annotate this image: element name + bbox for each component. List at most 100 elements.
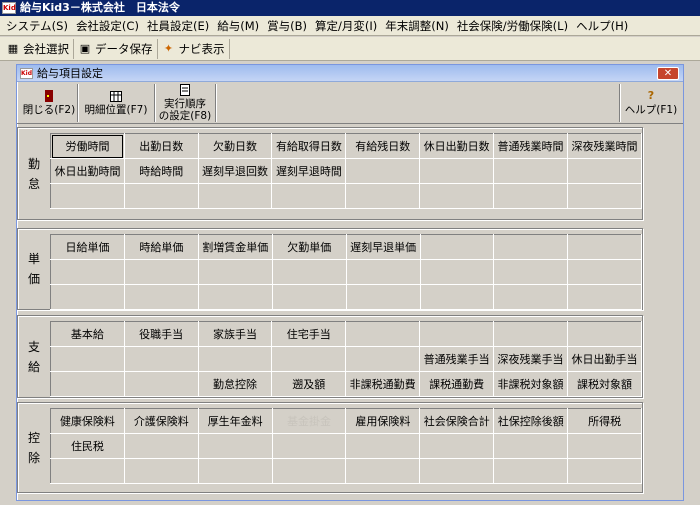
empty-item-cell[interactable] xyxy=(345,284,421,310)
window-close-button[interactable]: ✕ xyxy=(657,67,679,80)
item-cell[interactable]: 役職手当 xyxy=(123,321,199,347)
help-f1-button[interactable]: ? ヘルプ(F1) xyxy=(621,84,681,122)
empty-item-cell[interactable] xyxy=(197,284,273,310)
empty-item-cell[interactable] xyxy=(345,183,421,209)
item-cell[interactable]: 休日出勤日数 xyxy=(419,133,495,159)
empty-item-cell[interactable] xyxy=(567,321,642,347)
menu-item[interactable]: 算定/月変(I) xyxy=(311,18,381,34)
item-cell[interactable]: 家族手当 xyxy=(197,321,273,347)
empty-item-cell[interactable] xyxy=(123,458,199,484)
item-cell[interactable]: 時給時間 xyxy=(123,158,199,184)
empty-item-cell[interactable] xyxy=(345,259,421,285)
data-save-button[interactable]: ▣ データ保存 xyxy=(74,38,158,59)
close-f2-button[interactable]: 閉じる(F2) xyxy=(23,84,75,122)
empty-item-cell[interactable] xyxy=(567,234,642,260)
empty-item-cell[interactable] xyxy=(493,158,568,184)
empty-item-cell[interactable] xyxy=(50,259,125,285)
item-cell[interactable]: 有給取得日数 xyxy=(271,133,347,159)
empty-item-cell[interactable] xyxy=(50,284,125,310)
empty-item-cell[interactable] xyxy=(345,433,421,459)
item-cell[interactable]: 遅刻早退回数 xyxy=(197,158,273,184)
empty-item-cell[interactable] xyxy=(567,433,642,459)
empty-item-cell[interactable] xyxy=(493,183,568,209)
menu-item[interactable]: システム(S) xyxy=(2,18,72,34)
empty-item-cell[interactable] xyxy=(271,183,347,209)
empty-item-cell[interactable] xyxy=(493,284,569,310)
empty-item-cell[interactable] xyxy=(567,183,642,209)
item-cell[interactable]: 課税対象額 xyxy=(567,371,642,397)
navi-display-button[interactable]: ✦ ナビ表示 xyxy=(158,38,230,59)
empty-item-cell[interactable] xyxy=(493,433,569,459)
empty-item-cell[interactable] xyxy=(123,346,199,372)
empty-item-cell[interactable] xyxy=(197,458,273,484)
empty-item-cell[interactable] xyxy=(345,158,421,184)
empty-item-cell[interactable] xyxy=(493,259,569,285)
empty-item-cell[interactable] xyxy=(419,158,495,184)
menu-item[interactable]: 社会保険/労働保険(L) xyxy=(453,18,572,34)
item-cell[interactable]: 社会保険合計 xyxy=(419,408,495,434)
menu-item[interactable]: 会社設定(C) xyxy=(72,18,143,34)
empty-item-cell[interactable] xyxy=(419,259,495,285)
menu-item[interactable]: 社員設定(E) xyxy=(143,18,213,34)
item-cell[interactable]: 雇用保険料 xyxy=(345,408,421,434)
item-cell[interactable]: 休日出勤手当 xyxy=(567,346,642,372)
item-cell[interactable]: 普通残業手当 xyxy=(419,346,495,372)
item-cell[interactable]: 住宅手当 xyxy=(271,321,347,347)
empty-item-cell[interactable] xyxy=(567,458,642,484)
empty-item-cell[interactable] xyxy=(493,321,569,347)
item-cell[interactable]: 基本給 xyxy=(50,321,125,347)
item-cell[interactable]: 労働時間 xyxy=(50,133,125,159)
empty-item-cell[interactable] xyxy=(271,458,347,484)
item-cell[interactable]: 遡及額 xyxy=(271,371,347,397)
empty-item-cell[interactable] xyxy=(50,346,125,372)
empty-item-cell[interactable] xyxy=(197,183,273,209)
empty-item-cell[interactable] xyxy=(50,371,125,397)
empty-item-cell[interactable] xyxy=(419,433,495,459)
empty-item-cell[interactable] xyxy=(271,259,347,285)
item-cell[interactable]: 遅刻早退単価 xyxy=(345,234,421,260)
item-cell[interactable]: 深夜残業時間 xyxy=(567,133,642,159)
company-select-button[interactable]: ▦ 会社選択 xyxy=(2,38,74,59)
item-cell[interactable]: 日給単価 xyxy=(50,234,125,260)
item-cell[interactable]: 住民税 xyxy=(50,433,125,459)
empty-item-cell[interactable] xyxy=(419,321,495,347)
menu-item[interactable]: 給与(M) xyxy=(213,18,263,34)
empty-item-cell[interactable] xyxy=(197,433,273,459)
empty-item-cell[interactable] xyxy=(271,433,347,459)
empty-item-cell[interactable] xyxy=(123,259,199,285)
item-cell[interactable]: 普通残業時間 xyxy=(493,133,568,159)
empty-item-cell[interactable] xyxy=(271,346,347,372)
item-cell[interactable]: 厚生年金料 xyxy=(197,408,273,434)
empty-item-cell[interactable] xyxy=(345,346,421,372)
item-cell[interactable]: 健康保険料 xyxy=(50,408,125,434)
empty-item-cell[interactable] xyxy=(493,234,569,260)
item-cell[interactable]: 社保控除後額 xyxy=(493,408,569,434)
empty-item-cell[interactable] xyxy=(197,259,273,285)
item-cell[interactable]: 休日出勤時間 xyxy=(50,158,125,184)
empty-item-cell[interactable] xyxy=(419,284,495,310)
empty-item-cell[interactable] xyxy=(567,259,642,285)
item-cell[interactable]: 欠勤単価 xyxy=(271,234,347,260)
empty-item-cell[interactable] xyxy=(493,458,569,484)
item-cell[interactable]: 課税通勤費 xyxy=(419,371,495,397)
execution-order-button[interactable]: 実行順序 の設定(F8) xyxy=(157,84,213,122)
empty-item-cell[interactable] xyxy=(567,284,642,310)
empty-item-cell[interactable] xyxy=(123,371,199,397)
empty-item-cell[interactable] xyxy=(50,458,125,484)
item-cell[interactable]: 所得税 xyxy=(567,408,642,434)
menu-item[interactable]: 賞与(B) xyxy=(263,18,311,34)
empty-item-cell[interactable] xyxy=(419,234,495,260)
item-cell[interactable]: 介護保険料 xyxy=(123,408,199,434)
detail-position-button[interactable]: 明細位置(F7) xyxy=(81,84,151,122)
empty-item-cell[interactable] xyxy=(123,284,199,310)
item-cell[interactable]: 出勤日数 xyxy=(123,133,199,159)
empty-item-cell[interactable] xyxy=(345,458,421,484)
item-cell[interactable]: 有給残日数 xyxy=(345,133,421,159)
item-cell[interactable]: 基金掛金 xyxy=(271,408,347,434)
empty-item-cell[interactable] xyxy=(123,433,199,459)
empty-item-cell[interactable] xyxy=(197,346,273,372)
empty-item-cell[interactable] xyxy=(345,321,421,347)
item-cell[interactable]: 割増賃金単価 xyxy=(197,234,273,260)
item-cell[interactable]: 遅刻早退時間 xyxy=(271,158,347,184)
menu-item[interactable]: ヘルプ(H) xyxy=(572,18,632,34)
